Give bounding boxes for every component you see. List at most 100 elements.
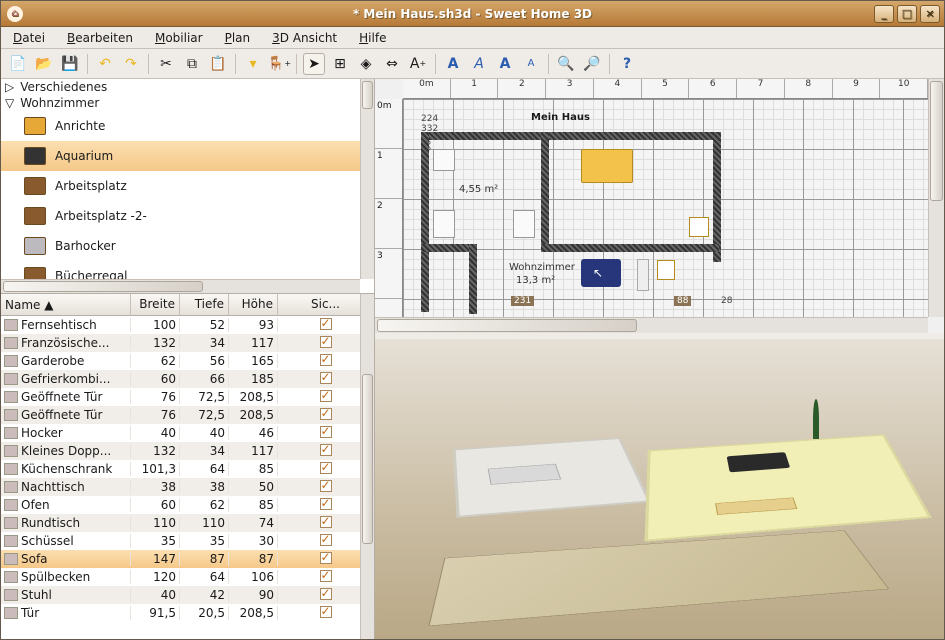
table-row[interactable]: Hocker404046 bbox=[1, 424, 374, 442]
visible-checkbox[interactable] bbox=[320, 480, 332, 492]
table-row[interactable]: Französische...13234117 bbox=[1, 334, 374, 352]
table-row[interactable]: Garderobe6256165 bbox=[1, 352, 374, 370]
plan-picture-icon[interactable] bbox=[657, 260, 675, 280]
plan-oven-icon[interactable] bbox=[433, 210, 455, 238]
plan-plant-icon[interactable] bbox=[689, 217, 709, 237]
text-italic-icon[interactable]: A bbox=[468, 53, 490, 75]
visible-checkbox[interactable] bbox=[320, 588, 332, 600]
minimize-button[interactable]: _ bbox=[874, 5, 894, 23]
table-row[interactable]: Sofa1478787 bbox=[1, 550, 374, 568]
cut-icon[interactable]: ✂ bbox=[155, 53, 177, 75]
visible-checkbox[interactable] bbox=[320, 408, 332, 420]
table-row[interactable]: Ofen606285 bbox=[1, 496, 374, 514]
new-file-icon[interactable]: 📄 bbox=[7, 53, 29, 75]
plan-fridge-icon[interactable] bbox=[513, 210, 535, 238]
import-furniture-icon[interactable]: 🪑+ bbox=[268, 53, 290, 75]
maximize-button[interactable]: □ bbox=[897, 5, 917, 23]
copy-icon[interactable]: ⧉ bbox=[181, 53, 203, 75]
table-row[interactable]: Spülbecken12064106 bbox=[1, 568, 374, 586]
create-room-icon[interactable]: ◈ bbox=[355, 53, 377, 75]
plan-bed-icon[interactable] bbox=[581, 149, 633, 183]
table-row[interactable]: Kleines Dopp...13234117 bbox=[1, 442, 374, 460]
table-row[interactable]: Schüssel353530 bbox=[1, 532, 374, 550]
zoom-in-icon[interactable]: 🔍 bbox=[555, 53, 577, 75]
table-row[interactable]: Nachttisch383850 bbox=[1, 478, 374, 496]
catalog-scrollbar-h[interactable] bbox=[1, 279, 360, 293]
visible-checkbox[interactable] bbox=[320, 534, 332, 546]
catalog-scrollbar-v[interactable] bbox=[360, 79, 374, 279]
catalog-item[interactable]: Aquarium bbox=[1, 141, 360, 171]
table-row[interactable]: Gefrierkombi...6066185 bbox=[1, 370, 374, 388]
plan-scrollbar-h[interactable] bbox=[375, 317, 928, 333]
close-button[interactable]: × bbox=[920, 5, 940, 23]
menu-plan[interactable]: Plan bbox=[221, 29, 255, 47]
catalog-category[interactable]: ▽ Wohnzimmer bbox=[1, 95, 360, 111]
visible-checkbox[interactable] bbox=[320, 552, 332, 564]
visible-checkbox[interactable] bbox=[320, 354, 332, 366]
redo-icon[interactable]: ↷ bbox=[120, 53, 142, 75]
catalog-item[interactable]: Bücherregal bbox=[1, 261, 360, 279]
col-name[interactable]: Name ▲ bbox=[1, 294, 131, 315]
visible-checkbox[interactable] bbox=[320, 426, 332, 438]
paste-icon[interactable]: 📋 bbox=[207, 53, 229, 75]
visible-checkbox[interactable] bbox=[320, 498, 332, 510]
visible-checkbox[interactable] bbox=[320, 606, 332, 618]
furniture-catalog[interactable]: ▷ Verschiedenes▽ WohnzimmerAnrichteAquar… bbox=[1, 79, 374, 294]
menu-3dview[interactable]: 3D Ansicht bbox=[268, 29, 341, 47]
menu-help[interactable]: Hilfe bbox=[355, 29, 390, 47]
table-row[interactable]: Tür91,520,5208,5 bbox=[1, 604, 374, 622]
col-depth[interactable]: Tiefe bbox=[180, 294, 229, 315]
visible-checkbox[interactable] bbox=[320, 570, 332, 582]
help-icon[interactable]: ? bbox=[616, 53, 638, 75]
visible-checkbox[interactable] bbox=[320, 372, 332, 384]
col-width[interactable]: Breite bbox=[131, 294, 180, 315]
table-row[interactable]: Geöffnete Tür7672,5208,5 bbox=[1, 388, 374, 406]
table-row[interactable]: Geöffnete Tür7672,5208,5 bbox=[1, 406, 374, 424]
floorplan-house[interactable]: Mein Haus 224 332 200 4,55 m² Wohnzimmer… bbox=[421, 114, 771, 314]
visible-checkbox[interactable] bbox=[320, 516, 332, 528]
menu-file[interactable]: Datei bbox=[9, 29, 49, 47]
create-wall-icon[interactable]: ⊞ bbox=[329, 53, 351, 75]
room-area-0: 13,3 m² bbox=[516, 275, 555, 286]
visible-checkbox[interactable] bbox=[320, 336, 332, 348]
visible-checkbox[interactable] bbox=[320, 318, 332, 330]
text-decrease-icon[interactable]: A bbox=[520, 53, 542, 75]
undo-icon[interactable]: ↶ bbox=[94, 53, 116, 75]
zoom-out-icon[interactable]: 🔎 bbox=[581, 53, 603, 75]
catalog-category[interactable]: ▷ Verschiedenes bbox=[1, 79, 360, 95]
catalog-item[interactable]: Arbeitsplatz bbox=[1, 171, 360, 201]
plan-scrollbar-v[interactable] bbox=[928, 79, 944, 317]
menu-edit[interactable]: Bearbeiten bbox=[63, 29, 137, 47]
visible-checkbox[interactable] bbox=[320, 462, 332, 474]
plan-wardrobe-icon[interactable] bbox=[433, 149, 455, 171]
catalog-item[interactable]: Anrichte bbox=[1, 111, 360, 141]
table-row[interactable]: Küchenschrank101,36485 bbox=[1, 460, 374, 478]
table-row[interactable]: Rundtisch11011074 bbox=[1, 514, 374, 532]
table-body[interactable]: Fernsehtisch1005293Französische...132341… bbox=[1, 316, 374, 639]
save-file-icon[interactable]: 💾 bbox=[59, 53, 81, 75]
create-dimension-icon[interactable]: ⇔ bbox=[381, 53, 403, 75]
text-bold-icon[interactable]: A bbox=[442, 53, 464, 75]
open-file-icon[interactable]: 📂 bbox=[33, 53, 55, 75]
table-scrollbar-v[interactable] bbox=[360, 294, 374, 639]
create-text-icon[interactable]: A+ bbox=[407, 53, 429, 75]
add-furniture-icon[interactable]: ▾ bbox=[242, 53, 264, 75]
expand-icon[interactable]: ▷ bbox=[5, 80, 14, 94]
furniture-table: Name ▲ Breite Tiefe Höhe Sic... Fernseht… bbox=[1, 294, 374, 639]
view-3d-pane[interactable] bbox=[375, 339, 944, 639]
table-row[interactable]: Fernsehtisch1005293 bbox=[1, 316, 374, 334]
table-row[interactable]: Stuhl404290 bbox=[1, 586, 374, 604]
visible-checkbox[interactable] bbox=[320, 390, 332, 402]
plan-2d-pane[interactable]: 0m12345678910 0m123 Mein Haus 224 332 bbox=[375, 79, 944, 339]
select-tool-icon[interactable]: ➤ bbox=[303, 53, 325, 75]
table-header[interactable]: Name ▲ Breite Tiefe Höhe Sic... bbox=[1, 294, 374, 316]
title-bar[interactable]: ⌂ * Mein Haus.sh3d - Sweet Home 3D _ □ × bbox=[1, 1, 944, 27]
plan-door-icon[interactable] bbox=[637, 259, 649, 291]
col-height[interactable]: Höhe bbox=[229, 294, 278, 315]
catalog-item[interactable]: Barhocker bbox=[1, 231, 360, 261]
text-increase-icon[interactable]: A bbox=[494, 53, 516, 75]
catalog-item[interactable]: Arbeitsplatz -2- bbox=[1, 201, 360, 231]
expand-icon[interactable]: ▽ bbox=[5, 96, 14, 110]
menu-furniture[interactable]: Mobiliar bbox=[151, 29, 207, 47]
visible-checkbox[interactable] bbox=[320, 444, 332, 456]
